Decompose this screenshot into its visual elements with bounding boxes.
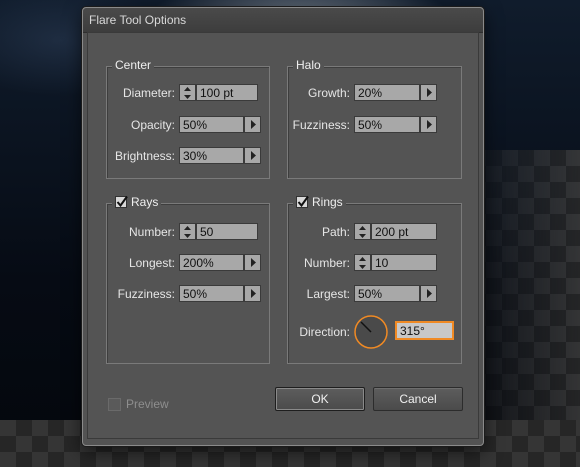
- diameter-label: Diameter:: [122, 86, 175, 100]
- flare-tool-options-dialog: Flare Tool Options Center Diameter: 100 …: [82, 7, 484, 446]
- up-down-arrows-icon: [359, 257, 366, 269]
- checkmark-icon: [297, 195, 309, 208]
- rings-group-title: Rings: [293, 195, 346, 209]
- ok-button[interactable]: OK: [275, 387, 365, 411]
- diameter-stepper[interactable]: [179, 84, 196, 101]
- halo-fuzziness-dropdown-button[interactable]: [420, 116, 437, 133]
- brightness-label: Brightness:: [114, 149, 175, 163]
- rays-number-input[interactable]: 50: [196, 223, 258, 240]
- rings-group-label: Rings: [312, 195, 343, 209]
- halo-group-title: Halo: [293, 58, 324, 72]
- rings-checkbox[interactable]: [296, 195, 309, 208]
- center-group-title: Center: [112, 58, 155, 72]
- direction-input[interactable]: 315°: [396, 322, 453, 339]
- brightness-input[interactable]: 30%: [179, 147, 244, 164]
- dialog-title: Flare Tool Options: [89, 13, 187, 27]
- longest-dropdown-button[interactable]: [244, 254, 261, 271]
- path-input[interactable]: 200 pt: [371, 223, 437, 240]
- center-group: Center Diameter: 100 pt Opacity: 50% Bri…: [106, 58, 270, 179]
- halo-fuzziness-input[interactable]: 50%: [354, 116, 420, 133]
- growth-label: Growth:: [307, 86, 350, 100]
- cancel-button[interactable]: Cancel: [373, 387, 463, 411]
- dialog-titlebar[interactable]: Flare Tool Options: [83, 8, 483, 33]
- largest-input[interactable]: 50%: [354, 285, 420, 302]
- opacity-dropdown-button[interactable]: [244, 116, 261, 133]
- triangle-right-icon: [251, 151, 256, 160]
- longest-input[interactable]: 200%: [179, 254, 244, 271]
- direction-dial-icon[interactable]: [353, 314, 389, 350]
- rays-fuzziness-dropdown-button[interactable]: [244, 285, 261, 302]
- triangle-right-icon: [251, 258, 256, 267]
- rays-group: Rays Number: 50 Longest: 200% Fuzziness:…: [106, 195, 270, 364]
- rings-group: Rings Path: 200 pt Number: 10 Largest: 5…: [287, 195, 462, 364]
- rays-fuzziness-label: Fuzziness:: [117, 287, 175, 301]
- dialog-content: Center Diameter: 100 pt Opacity: 50% Bri…: [87, 32, 479, 439]
- rings-number-label: Number:: [303, 256, 350, 270]
- path-label: Path:: [321, 225, 350, 239]
- halo-group: Halo Growth: 20% Fuzziness: 50%: [287, 58, 462, 179]
- up-down-arrows-icon: [359, 226, 366, 238]
- largest-dropdown-button[interactable]: [420, 285, 437, 302]
- opacity-input[interactable]: 50%: [179, 116, 244, 133]
- rays-fuzziness-input[interactable]: 50%: [179, 285, 244, 302]
- checkmark-icon: [116, 195, 128, 208]
- preview-checkbox-row[interactable]: Preview: [108, 397, 169, 411]
- halo-fuzziness-label: Fuzziness:: [292, 118, 350, 132]
- growth-dropdown-button[interactable]: [420, 84, 437, 101]
- preview-checkbox[interactable]: [108, 397, 121, 411]
- diameter-input[interactable]: 100 pt: [196, 84, 258, 101]
- rings-number-input[interactable]: 10: [371, 254, 437, 271]
- brightness-dropdown-button[interactable]: [244, 147, 261, 164]
- up-down-arrows-icon: [184, 226, 191, 238]
- rays-checkbox[interactable]: [115, 195, 128, 208]
- triangle-right-icon: [427, 289, 432, 298]
- up-down-arrows-icon: [184, 87, 191, 99]
- largest-label: Largest:: [306, 287, 350, 301]
- opacity-label: Opacity:: [130, 118, 175, 132]
- triangle-right-icon: [427, 88, 432, 97]
- longest-label: Longest:: [128, 256, 175, 270]
- rays-group-label: Rays: [131, 195, 159, 209]
- rays-number-stepper[interactable]: [179, 223, 196, 240]
- preview-label: Preview: [126, 397, 169, 411]
- rays-number-label: Number:: [128, 225, 175, 239]
- triangle-right-icon: [427, 120, 432, 129]
- direction-label: Direction:: [299, 325, 350, 339]
- triangle-right-icon: [251, 289, 256, 298]
- rings-number-stepper[interactable]: [354, 254, 371, 271]
- triangle-right-icon: [251, 120, 256, 129]
- growth-input[interactable]: 20%: [354, 84, 420, 101]
- path-stepper[interactable]: [354, 223, 371, 240]
- rays-group-title: Rays: [112, 195, 162, 209]
